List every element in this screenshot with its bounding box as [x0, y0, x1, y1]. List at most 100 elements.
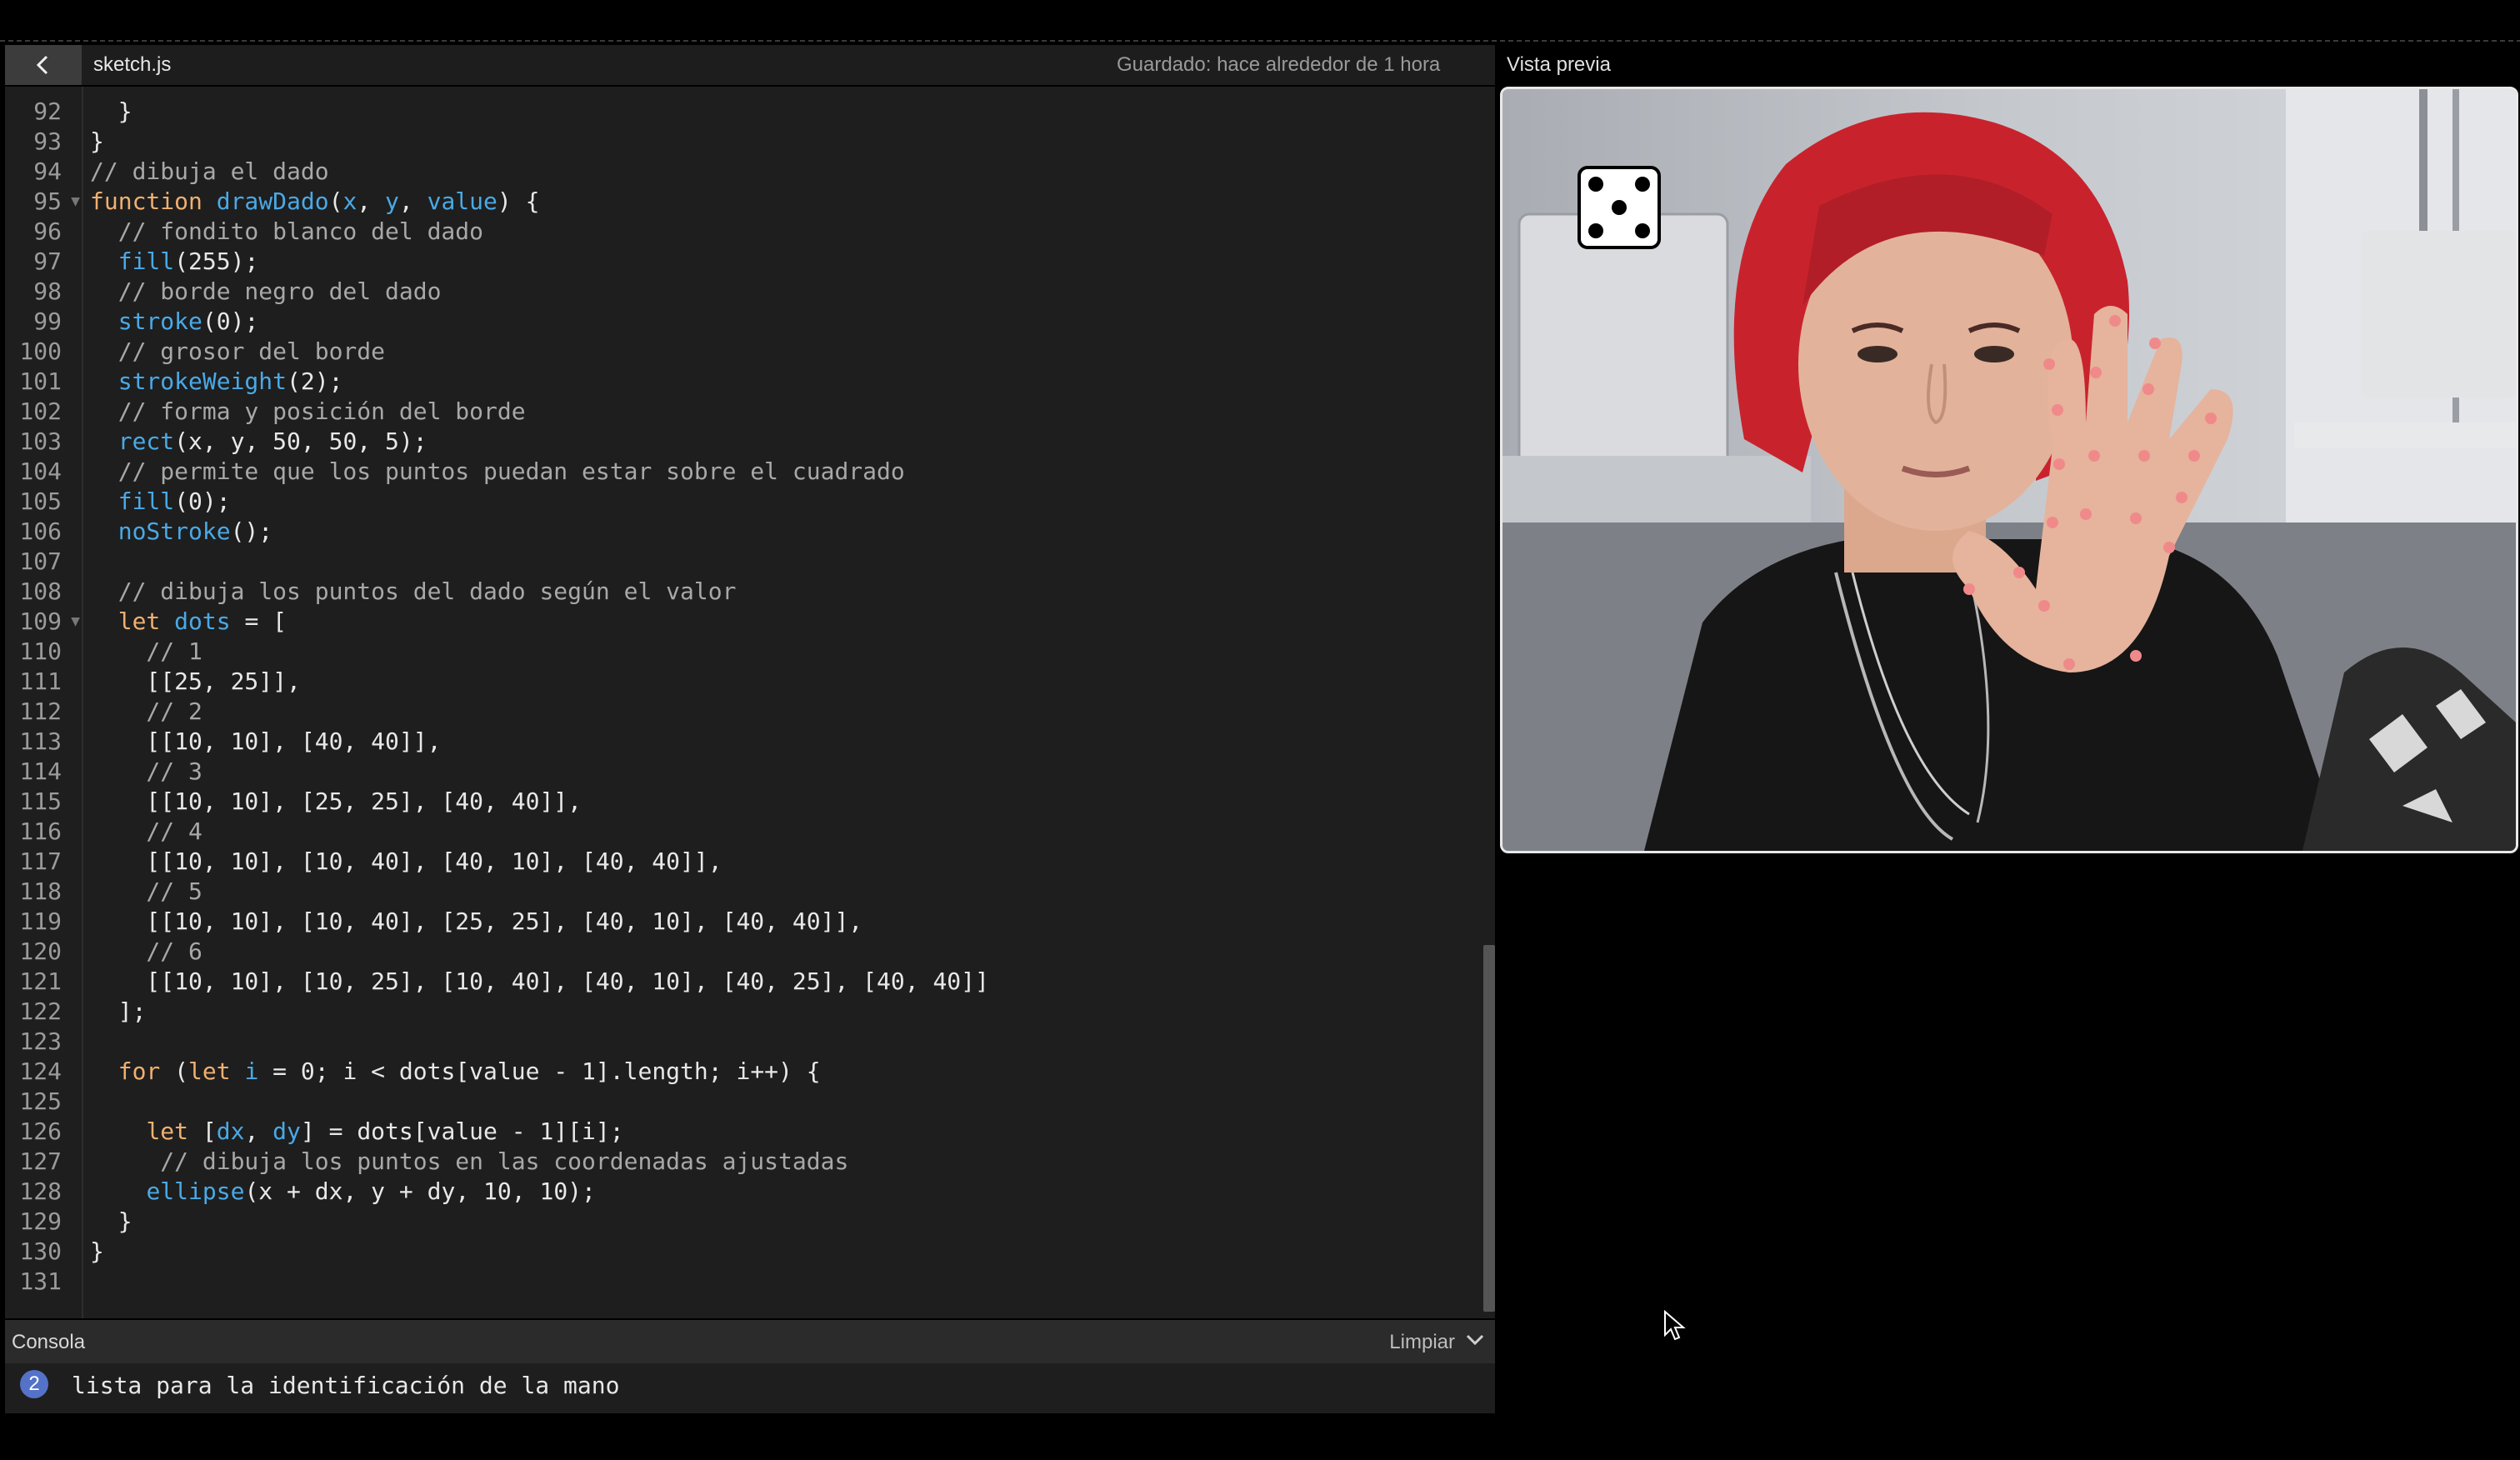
line-number: 124 [19, 1058, 62, 1085]
clear-console-button[interactable]: Limpiar [1389, 1331, 1455, 1354]
code-token: , [244, 1118, 273, 1145]
code-line[interactable]: fill(0); [90, 487, 1473, 517]
code-token: ]; [90, 998, 147, 1025]
code-line[interactable]: [[10, 10], [10, 25], [10, 40], [40, 10],… [90, 967, 1473, 997]
code-line[interactable] [90, 547, 1473, 577]
code-token: x [342, 188, 358, 215]
code-line[interactable]: [[10, 10], [10, 40], [25, 25], [40, 10],… [90, 907, 1473, 937]
preview-canvas[interactable] [1500, 87, 2518, 853]
line-number: 129 [19, 1208, 62, 1235]
code-token: fill [118, 488, 175, 515]
line-number: 118 [19, 878, 62, 905]
code-line[interactable]: } [90, 97, 1473, 127]
code-line[interactable]: [[10, 10], [10, 40], [40, 10], [40, 40]]… [90, 847, 1473, 877]
preview-title: Vista previa [1507, 53, 1611, 76]
line-number: 95 ▼ [33, 188, 80, 215]
code-line[interactable]: ]; [90, 997, 1473, 1027]
code-line[interactable]: // 5 [90, 877, 1473, 907]
line-number: 99 [33, 308, 62, 335]
code-line[interactable] [90, 1087, 1473, 1117]
line-number: 125 [19, 1088, 62, 1115]
line-number: 110 [19, 638, 62, 665]
code-token: // fondito blanco del dado [90, 218, 484, 245]
chevron-left-icon [36, 55, 48, 75]
code-line[interactable]: stroke(0); [90, 307, 1473, 337]
code-line[interactable]: // forma y posición del borde [90, 397, 1473, 427]
code-line[interactable]: // dibuja los puntos en las coordenadas … [90, 1147, 1473, 1177]
code-token: (); [230, 518, 273, 545]
editor-scrollbar[interactable] [1483, 87, 1495, 1318]
webcam-feed [1502, 89, 2516, 851]
fold-arrow-icon[interactable]: ▼ [71, 187, 80, 217]
line-number: 109 ▼ [19, 608, 80, 635]
code-line[interactable]: [[10, 10], [25, 25], [40, 40]], [90, 787, 1473, 817]
code-editor[interactable]: 92 93 94 95 ▼ 96 97 98 99 100 101 102 103 104 105 106 10… [5, 87, 1495, 1350]
code-token: strokeWeight [118, 368, 288, 395]
code-line[interactable]: [[25, 25]], [90, 667, 1473, 697]
file-name[interactable]: sketch.js [93, 53, 171, 77]
top-border [0, 40, 2520, 42]
code-token: ( [328, 188, 343, 215]
code-line[interactable]: // dibuja los puntos del dado según el v… [90, 577, 1473, 607]
line-number: 100 [19, 338, 62, 365]
code-token: let [118, 608, 175, 635]
code-line[interactable]: // borde negro del dado [90, 277, 1473, 307]
code-token: let [188, 1058, 245, 1085]
line-number: 131 [19, 1268, 62, 1295]
chevron-down-icon[interactable] [1463, 1328, 1487, 1352]
code-token: (255); [174, 248, 259, 275]
code-token: // 6 [90, 938, 202, 965]
code-line[interactable]: // 3 [90, 757, 1473, 787]
line-number: 97 [33, 248, 62, 275]
code-line[interactable]: rect(x, y, 50, 50, 5); [90, 427, 1473, 457]
code-line[interactable]: ellipse(x + dx, y + dy, 10, 10); [90, 1177, 1473, 1207]
code-token: noStroke [118, 518, 231, 545]
console-title: Consola [12, 1331, 86, 1353]
code-line[interactable]: let dots = [ [90, 607, 1473, 637]
dice [1578, 166, 1661, 249]
code-token: // borde negro del dado [90, 278, 442, 305]
code-line[interactable]: // permite que los puntos puedan estar s… [90, 457, 1473, 487]
code-line[interactable]: let [dx, dy] = dots[value - 1][i]; [90, 1117, 1473, 1147]
fold-arrow-icon[interactable]: ▼ [71, 607, 80, 637]
line-number: 116 [19, 818, 62, 845]
code-line[interactable]: fill(255); [90, 247, 1473, 277]
line-number: 96 [33, 218, 62, 245]
code-line[interactable] [90, 1267, 1473, 1297]
code-line[interactable]: } [90, 127, 1473, 157]
code-token: [ [202, 1118, 217, 1145]
code-line[interactable]: } [90, 1207, 1473, 1237]
code-line[interactable]: // 6 [90, 937, 1473, 967]
line-number: 114 [19, 758, 62, 785]
code-token: } [90, 1208, 132, 1235]
code-line[interactable]: [[10, 10], [40, 40]], [90, 727, 1473, 757]
code-line[interactable]: function drawDado(x, y, value) { [90, 187, 1473, 217]
code-line[interactable]: // dibuja el dado [90, 157, 1473, 187]
code-content[interactable]: }}// dibuja el dado function drawDado(x, … [90, 97, 1473, 1297]
message-count-badge: 2 [20, 1370, 48, 1398]
console-output: 2 lista para la identificación de la man… [5, 1363, 1495, 1413]
code-line[interactable]: // 4 [90, 817, 1473, 847]
code-token: , [398, 188, 428, 215]
console-header: Consola Limpiar [5, 1320, 1495, 1363]
code-line[interactable] [90, 1027, 1473, 1057]
code-token: dots [174, 608, 231, 635]
line-number: 123 [19, 1028, 62, 1055]
mouse-cursor-icon [1664, 1310, 1686, 1341]
code-line[interactable]: // 1 [90, 637, 1473, 667]
code-line[interactable]: // grosor del borde [90, 337, 1473, 367]
code-line[interactable]: for (let i = 0; i < dots[value - 1].leng… [90, 1057, 1473, 1087]
collapse-sidebar-button[interactable] [5, 45, 82, 85]
scroll-thumb[interactable] [1483, 945, 1495, 1312]
code-line[interactable]: strokeWeight(2); [90, 367, 1473, 397]
code-line[interactable]: noStroke(); [90, 517, 1473, 547]
code-token: ) { [497, 188, 540, 215]
code-token: [[10, 10], [40, 40]], [90, 728, 442, 755]
code-line[interactable]: } [90, 1237, 1473, 1267]
code-line[interactable]: // 2 [90, 697, 1473, 727]
code-line[interactable]: // fondito blanco del dado [90, 217, 1473, 247]
line-number: 98 [33, 278, 62, 305]
